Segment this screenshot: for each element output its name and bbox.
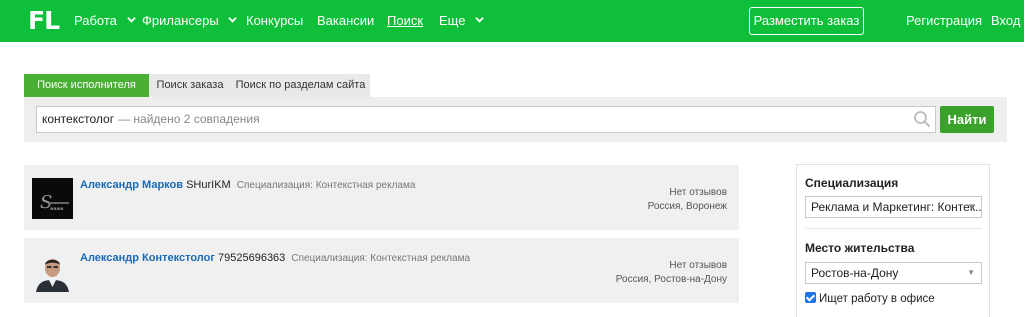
tab-site-sections[interactable]: Поиск по разделам сайта <box>231 74 370 97</box>
result-meta: Нет отзывов Россия, Воронеж <box>648 186 727 214</box>
freelancer-specialization: Специализация: Контекстная реклама <box>236 180 416 191</box>
specialization-title: Специализация <box>805 176 899 190</box>
freelancer-login: 79525696363 <box>218 252 286 264</box>
find-button[interactable]: Найти <box>940 106 994 133</box>
nav-more-label: Еще <box>439 13 466 28</box>
result-card: Александр Контекстолог 79525696363 Специ… <box>24 238 739 303</box>
divider <box>805 228 982 229</box>
post-order-button[interactable]: Разместить заказ <box>749 7 864 35</box>
search-query: контекстолог <box>42 112 115 126</box>
tab-find-freelancer[interactable]: Поиск исполнителя <box>24 74 149 97</box>
result-meta: Нет отзывов Россия, Ростов-на-Дону <box>616 259 727 287</box>
search-found-count: — найдено 2 совпадения <box>118 112 260 126</box>
nav-contests[interactable]: Конкурсы <box>246 0 303 42</box>
top-navigation-bar: FL Работа Фрилансеры Конкурсы Вакансии П… <box>0 0 1024 42</box>
register-link[interactable]: Регистрация <box>906 0 982 42</box>
reviews-count: Нет отзывов <box>669 260 727 271</box>
search-input[interactable]: контекстолог — найдено 2 совпадения <box>36 106 936 133</box>
freelancer-name-link[interactable]: Александр Контекстолог <box>80 252 215 264</box>
nav-work-label: Работа <box>74 13 117 28</box>
specialization-value: Реклама и Маркетинг: Контек... <box>811 200 982 214</box>
freelancer-specialization: Специализация: Контекстная реклама <box>291 253 471 264</box>
result-card: S ▪▪▪▪ Александр Марков SHurIKM Специали… <box>24 165 739 230</box>
tab-find-order[interactable]: Поиск заказа <box>149 74 231 97</box>
fl-logo[interactable]: FL <box>28 7 60 35</box>
nav-work[interactable]: Работа <box>74 0 136 42</box>
chevron-down-icon <box>228 17 238 23</box>
avatar-image: S ▪▪▪▪ <box>32 178 73 219</box>
chevron-down-icon <box>475 17 484 23</box>
office-work-label: Ищет работу в офисе <box>819 293 935 305</box>
residence-select[interactable]: Ростов-на-Дону ▼ <box>805 262 982 284</box>
freelancer-name-link[interactable]: Александр Марков <box>80 179 183 191</box>
nav-freelancers[interactable]: Фрилансеры <box>142 0 238 42</box>
dropdown-arrow-icon: ▼ <box>967 202 975 211</box>
office-work-option[interactable]: Ищет работу в офисе <box>805 292 935 305</box>
reviews-count: Нет отзывов <box>669 187 727 198</box>
office-work-checkbox[interactable] <box>805 292 816 303</box>
nav-search[interactable]: Поиск <box>387 0 423 42</box>
magnifier-icon[interactable] <box>913 110 931 128</box>
freelancer-login: SHurIKM <box>186 179 231 191</box>
residence-title: Место жительства <box>805 241 915 255</box>
residence-value: Ростов-на-Дону <box>811 266 899 280</box>
location: Россия, Воронеж <box>647 201 727 212</box>
avatar[interactable] <box>32 251 73 292</box>
nav-more[interactable]: Еще <box>439 0 484 42</box>
dropdown-arrow-icon: ▼ <box>967 268 975 277</box>
avatar[interactable]: S ▪▪▪▪ <box>32 178 73 219</box>
result-title: Александр Марков SHurIKM Специализация: … <box>80 179 415 191</box>
nav-freelancers-label: Фрилансеры <box>142 13 219 28</box>
filter-panel: Специализация Реклама и Маркетинг: Конте… <box>796 164 990 317</box>
specialization-select[interactable]: Реклама и Маркетинг: Контек... ▼ <box>805 196 982 218</box>
svg-text:▪▪▪▪: ▪▪▪▪ <box>50 206 64 212</box>
nav-vacancies[interactable]: Вакансии <box>317 0 374 42</box>
avatar-image <box>32 251 73 292</box>
login-link[interactable]: Вход <box>991 0 1020 42</box>
chevron-down-icon <box>126 17 136 23</box>
location: Россия, Ростов-на-Дону <box>615 274 727 285</box>
result-title: Александр Контекстолог 79525696363 Специ… <box>80 252 470 264</box>
